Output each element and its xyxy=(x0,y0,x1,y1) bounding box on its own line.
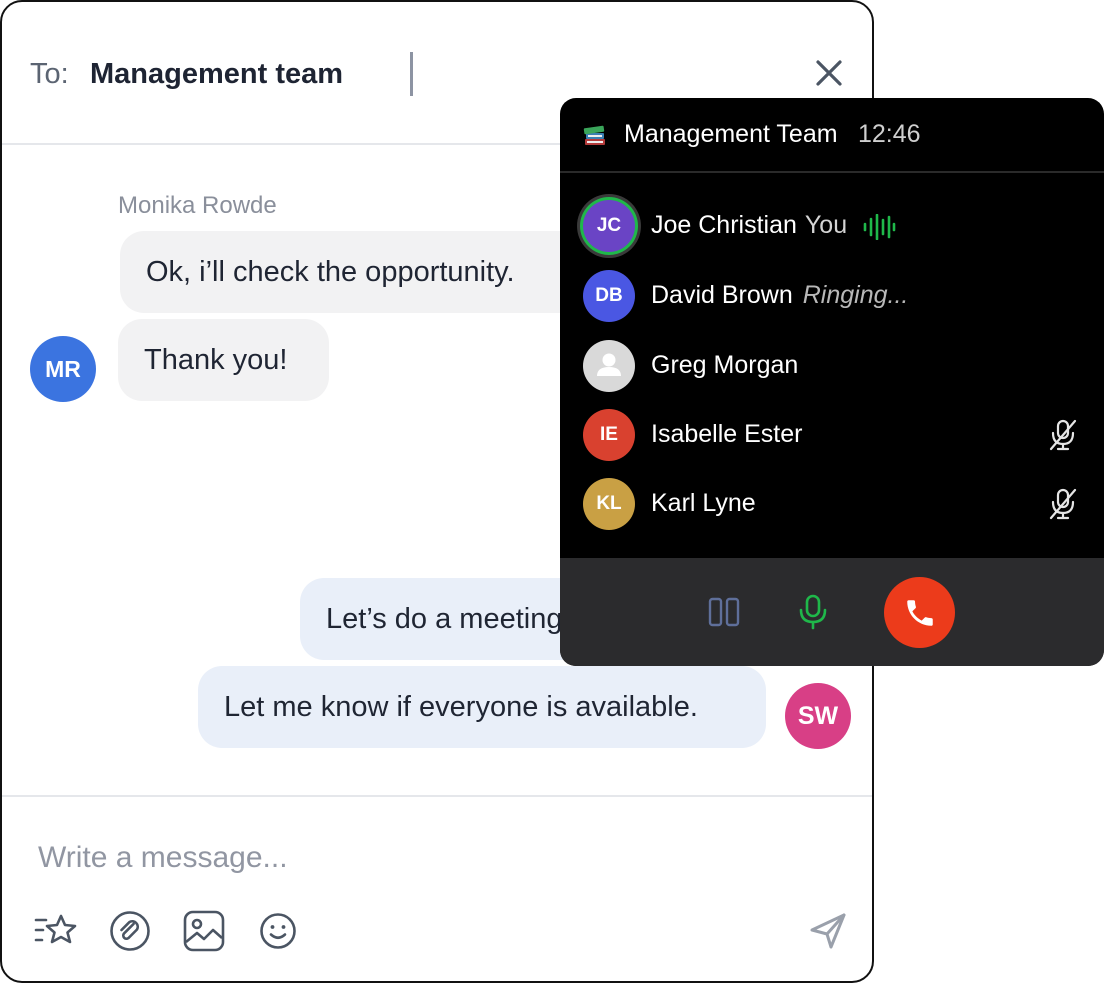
participant-name-wrap: Joe Christian You xyxy=(651,211,847,240)
call-panel: Management Team 12:46 JC Joe Christian Yo… xyxy=(560,98,1104,666)
avatar[interactable]: MR xyxy=(30,336,96,402)
message-input[interactable] xyxy=(38,833,758,883)
recipient-field[interactable]: Management team xyxy=(90,58,343,91)
participant-name: Greg Morgan xyxy=(651,351,799,379)
participant-row[interactable]: JC Joe Christian You xyxy=(560,196,1104,256)
participant-name: Joe Christian xyxy=(651,211,797,239)
avatar: KL xyxy=(583,478,635,530)
to-label: To: xyxy=(30,58,69,90)
hang-up-button[interactable] xyxy=(884,577,955,648)
speaking-indicator-icon xyxy=(863,214,896,240)
sender-name: Monika Rowde xyxy=(118,192,277,219)
mic-muted-icon xyxy=(1049,488,1077,520)
call-timer: 12:46 xyxy=(858,120,921,148)
participant-row[interactable]: DB David Brown Ringing... xyxy=(560,266,1104,326)
attachment-icon[interactable] xyxy=(108,909,152,953)
participant-row[interactable]: Greg Morgan xyxy=(560,336,1104,396)
message-bubble: Thank you! xyxy=(118,319,329,401)
avatar: JC xyxy=(583,200,635,252)
ringing-status: Ringing... xyxy=(802,281,909,309)
participant-name: Isabelle Ester xyxy=(651,420,803,448)
close-icon[interactable] xyxy=(810,54,848,92)
call-controls xyxy=(560,558,1104,666)
call-title: Management Team xyxy=(624,120,838,148)
split-view-icon[interactable] xyxy=(708,596,740,628)
avatar[interactable]: SW xyxy=(785,683,851,749)
text-cursor xyxy=(410,52,413,96)
call-header: Management Team 12:46 xyxy=(560,98,1104,173)
participant-name: Karl Lyne xyxy=(651,489,756,517)
message-bubble: Ok, i’ll check the opportunity. xyxy=(120,231,590,313)
message-bubble: Let’s do a meeting xyxy=(300,578,600,660)
avatar: DB xyxy=(583,270,635,322)
participant-name: David Brown xyxy=(651,281,793,309)
you-tag: You xyxy=(804,211,848,239)
avatar: IE xyxy=(583,409,635,461)
phone-icon xyxy=(906,599,933,626)
image-icon[interactable] xyxy=(182,909,226,953)
send-icon[interactable] xyxy=(806,909,850,953)
books-icon xyxy=(583,125,605,145)
avatar-placeholder xyxy=(583,340,635,392)
composer xyxy=(2,795,872,981)
user-icon xyxy=(597,353,621,376)
participant-name-wrap: David Brown Ringing... xyxy=(651,281,908,310)
message-bubble: Let me know if everyone is available. xyxy=(198,666,766,748)
emoji-icon[interactable] xyxy=(256,909,300,953)
participant-row[interactable]: KL Karl Lyne xyxy=(560,474,1104,534)
mic-muted-icon xyxy=(1049,419,1077,451)
star-list-icon[interactable] xyxy=(34,909,78,953)
participant-row[interactable]: IE Isabelle Ester xyxy=(560,405,1104,465)
microphone-icon[interactable] xyxy=(798,594,828,630)
